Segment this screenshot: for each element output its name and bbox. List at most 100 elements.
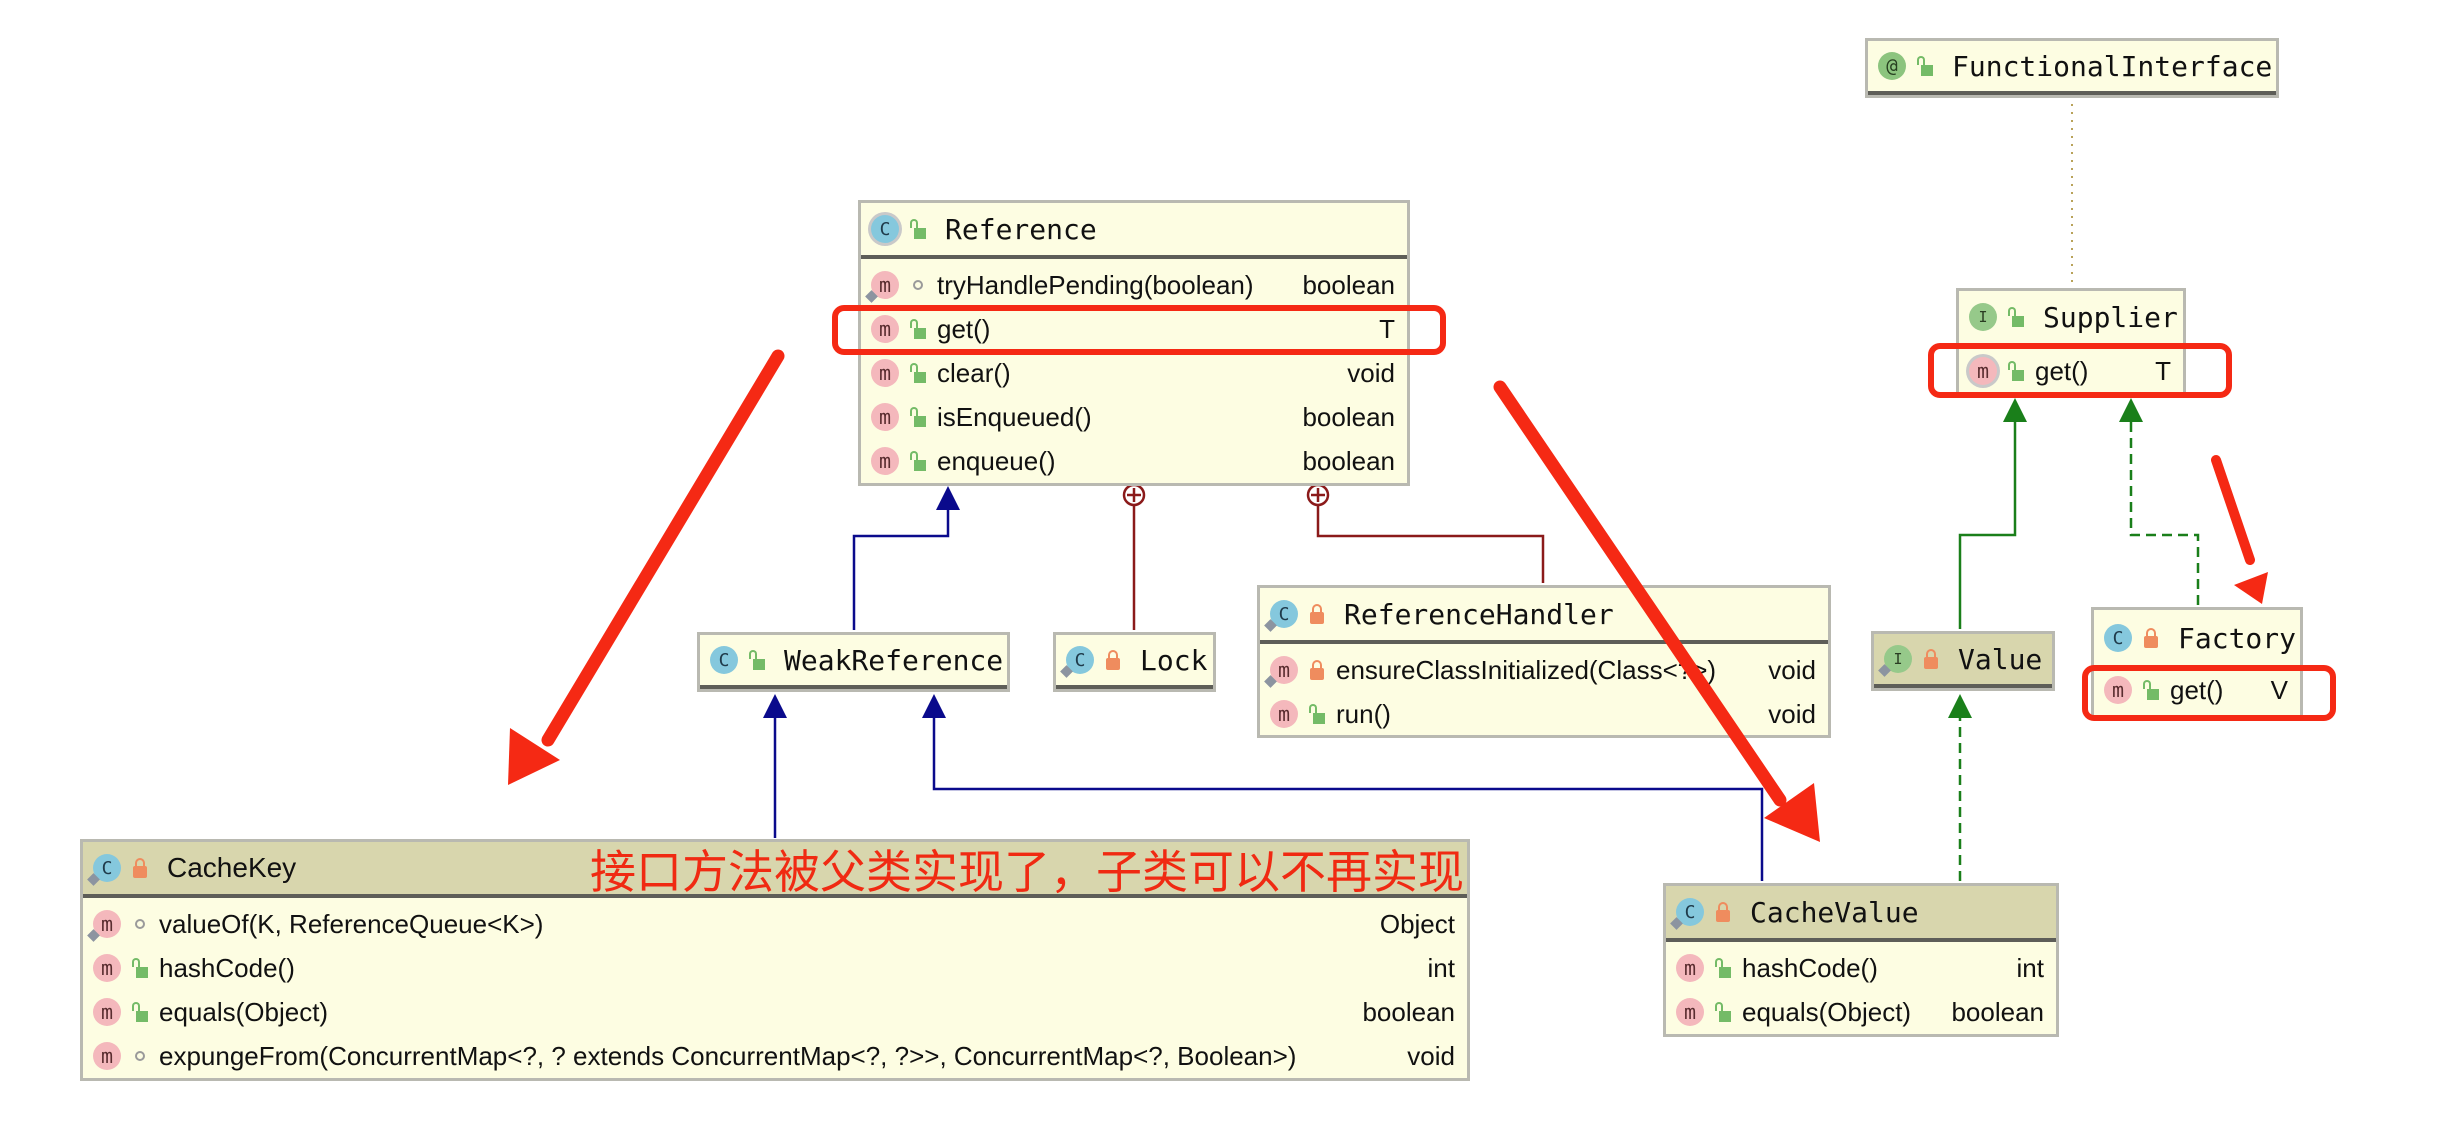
- static-pin-icon: [1670, 917, 1683, 930]
- node-header: I Value: [1874, 634, 2052, 688]
- member-name: hashCode(): [1742, 952, 1878, 983]
- member-name: valueOf(K, ReferenceQueue<K>): [159, 908, 544, 939]
- public-visibility-icon: [909, 450, 927, 472]
- node-header: C Reference: [861, 203, 1407, 259]
- node-header: I Supplier: [1959, 291, 2183, 347]
- member-row[interactable]: m hashCode() int: [1666, 946, 2056, 990]
- private-visibility-icon: [1308, 603, 1326, 625]
- interface-icon: I: [1878, 645, 1912, 677]
- member-type: void: [1768, 654, 1816, 685]
- edge-value-supplier: [1958, 420, 2017, 629]
- static-pin-icon: [1264, 675, 1277, 688]
- member-row[interactable]: m isEnqueued() boolean: [861, 395, 1407, 439]
- node-functional-interface[interactable]: @ FunctionalInterface: [1865, 38, 2279, 98]
- kind-letter: C: [1278, 603, 1290, 625]
- member-name: hashCode(): [159, 952, 295, 983]
- member-row[interactable]: m equals(Object) boolean: [83, 990, 1467, 1034]
- node-reference-handler[interactable]: C ReferenceHandler m ensureClassInitiali…: [1257, 585, 1831, 738]
- edge-referencehandler-reference: [1316, 505, 1545, 583]
- member-type: boolean: [1362, 996, 1455, 1027]
- member-row[interactable]: m enqueue() boolean: [861, 439, 1407, 483]
- public-visibility-icon: [131, 1001, 149, 1023]
- static-pin-icon: [1060, 665, 1073, 678]
- public-visibility-icon: [909, 218, 927, 240]
- member-list: m valueOf(K, ReferenceQueue<K>) Object m…: [83, 898, 1467, 1082]
- member-name: clear(): [937, 357, 1011, 388]
- member-list: m hashCode() int m equals(Object) boolea…: [1666, 942, 2056, 1038]
- public-visibility-icon: [2007, 306, 2025, 328]
- member-type: void: [1407, 1040, 1455, 1071]
- method-icon: m: [1676, 954, 1704, 982]
- member-type: boolean: [1302, 401, 1395, 432]
- member-row[interactable]: m expungeFrom(ConcurrentMap<?, ? extends…: [83, 1034, 1467, 1078]
- node-title: ReferenceHandler: [1344, 597, 1614, 631]
- node-title: Supplier: [2043, 300, 2178, 334]
- method-icon: m: [93, 1042, 121, 1070]
- member-type: boolean: [1951, 996, 2044, 1027]
- member-row[interactable]: m equals(Object) boolean: [1666, 990, 2056, 1034]
- method-icon: m: [871, 447, 899, 475]
- public-visibility-icon: [748, 649, 766, 671]
- member-name: isEnqueued(): [937, 401, 1092, 432]
- annotation-type-icon: @: [1878, 52, 1906, 80]
- private-visibility-icon: [1104, 649, 1122, 671]
- private-visibility-icon: [2142, 627, 2160, 649]
- member-row[interactable]: m tryHandlePending(boolean) boolean: [861, 263, 1407, 307]
- node-value[interactable]: I Value: [1871, 631, 2055, 691]
- member-type: int: [2016, 952, 2044, 983]
- node-title: WeakReference: [784, 643, 1004, 677]
- public-visibility-icon: [909, 406, 927, 428]
- edge-weakreference-reference: [852, 508, 950, 630]
- class-icon: C: [87, 854, 121, 886]
- public-visibility-icon: [131, 957, 149, 979]
- public-visibility-icon: [909, 362, 927, 384]
- member-name: run(): [1336, 698, 1391, 729]
- method-icon: m: [871, 403, 899, 431]
- node-header: C Factory: [2094, 610, 2300, 666]
- node-header: @ FunctionalInterface: [1868, 41, 2276, 95]
- kind-letter: I: [1893, 650, 1903, 668]
- member-row[interactable]: m hashCode() int: [83, 946, 1467, 990]
- public-visibility-icon: [1714, 1001, 1732, 1023]
- method-icon: m: [87, 910, 121, 942]
- kind-letter: C: [1074, 649, 1086, 671]
- edge-factory-supplier: [2129, 420, 2200, 605]
- member-name: enqueue(): [937, 445, 1056, 476]
- arrowhead-value-supplier: [2003, 398, 2027, 422]
- final-class-icon: C: [2104, 624, 2132, 652]
- static-pin-icon: [87, 873, 100, 886]
- member-name: equals(Object): [1742, 996, 1912, 1027]
- member-row[interactable]: m ensureClassInitialized(Class<?>) void: [1260, 648, 1828, 692]
- node-title: Reference: [945, 212, 1097, 246]
- arrowhead-cachevalue-weakreference: [922, 694, 946, 718]
- node-lock[interactable]: C Lock: [1053, 632, 1216, 692]
- node-weak-reference[interactable]: C WeakReference: [697, 632, 1010, 692]
- abstract-class-icon: C: [871, 215, 899, 243]
- member-type: int: [1427, 952, 1455, 983]
- node-title: FunctionalInterface: [1952, 49, 2273, 83]
- member-list: m ensureClassInitialized(Class<?>) void …: [1260, 644, 1828, 740]
- interface-icon: I: [1969, 303, 1997, 331]
- member-row[interactable]: m clear() void: [861, 351, 1407, 395]
- member-row[interactable]: m run() void: [1260, 692, 1828, 736]
- node-cache-value[interactable]: C CacheValue m hashCode() int m equals(O…: [1663, 883, 2059, 1037]
- method-icon: m: [93, 998, 121, 1026]
- node-title: Value: [1958, 642, 2043, 676]
- member-row[interactable]: m valueOf(K, ReferenceQueue<K>) Object: [83, 902, 1467, 946]
- static-pin-icon: [1878, 664, 1891, 677]
- method-icon: m: [1676, 998, 1704, 1026]
- node-title: Factory: [2178, 621, 2297, 655]
- private-visibility-icon: [1308, 659, 1326, 681]
- annotation-note: 接口方法被父类实现了，子类可以不再实现: [590, 845, 1464, 899]
- node-title: CacheValue: [1750, 895, 1919, 929]
- arrowhead-factory-supplier: [2119, 398, 2143, 422]
- inner-class-marker-referencehandler: [1306, 483, 1330, 507]
- class-icon: C: [1060, 646, 1094, 678]
- static-pin-icon: [865, 290, 878, 303]
- member-name: ensureClassInitialized(Class<?>): [1336, 654, 1717, 685]
- kind-letter: C: [101, 857, 113, 879]
- member-type: void: [1347, 357, 1395, 388]
- highlight-supplier-get: [1928, 343, 2232, 398]
- arrowhead-cachevalue-value: [1948, 694, 1972, 718]
- member-type: boolean: [1302, 445, 1395, 476]
